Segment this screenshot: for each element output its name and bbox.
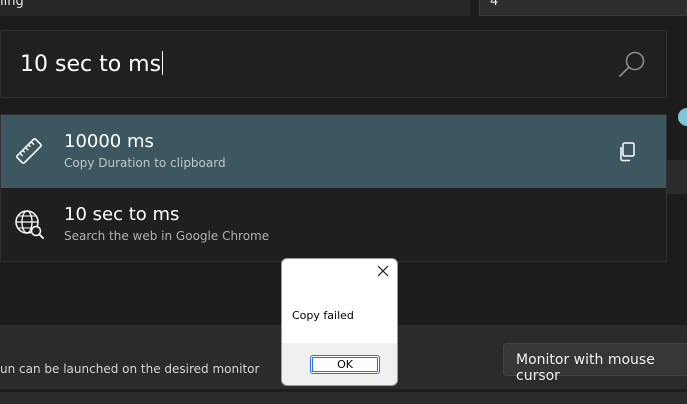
dialog-body: Copy failed: [282, 285, 397, 343]
settings-row-top: ling: [0, 0, 470, 16]
setting-label-top: ling: [0, 0, 24, 9]
text-caret: [162, 51, 164, 75]
launcher-window: 10 sec to ms 10000 ms Copy Duration to c…: [0, 30, 667, 262]
settings-row-edge: [666, 160, 687, 194]
search-box[interactable]: 10 sec to ms: [0, 30, 667, 98]
monitor-dropdown[interactable]: Monitor with mouse cursor: [503, 343, 687, 384]
result-item-web-search[interactable]: 10 sec to ms Search the web in Google Ch…: [1, 188, 666, 261]
copy-icon[interactable]: [618, 142, 636, 162]
result-subtitle: Copy Duration to clipboard: [64, 156, 226, 170]
monitor-dropdown-value: Monitor with mouse cursor: [516, 352, 655, 384]
monitor-setting-description: un can be launched on the desired monito…: [0, 362, 260, 376]
results-list: 10000 ms Copy Duration to clipboard 10 s…: [0, 114, 667, 262]
result-subtitle: Search the web in Google Chrome: [64, 229, 270, 243]
search-query-text: 10 sec to ms: [20, 52, 162, 77]
result-item-duration[interactable]: 10000 ms Copy Duration to clipboard: [1, 115, 666, 188]
ruler-icon: [16, 138, 42, 164]
dialog-message: Copy failed: [292, 309, 354, 322]
globe-search-icon: [15, 210, 44, 239]
setting-number-value: 4: [490, 0, 499, 9]
setting-number-input[interactable]: 4: [479, 0, 687, 16]
copy-failed-dialog: Copy failed OK: [281, 258, 398, 386]
close-icon[interactable]: [374, 262, 392, 280]
result-title: 10 sec to ms: [64, 204, 180, 225]
search-icon[interactable]: [617, 50, 647, 80]
dialog-titlebar: [282, 259, 397, 285]
settings-row-bottom: [0, 392, 687, 404]
ok-button[interactable]: OK: [310, 355, 380, 374]
result-title: 10000 ms: [64, 131, 154, 152]
search-input[interactable]: 10 sec to ms: [20, 51, 164, 77]
setting-toggle[interactable]: [678, 108, 687, 126]
